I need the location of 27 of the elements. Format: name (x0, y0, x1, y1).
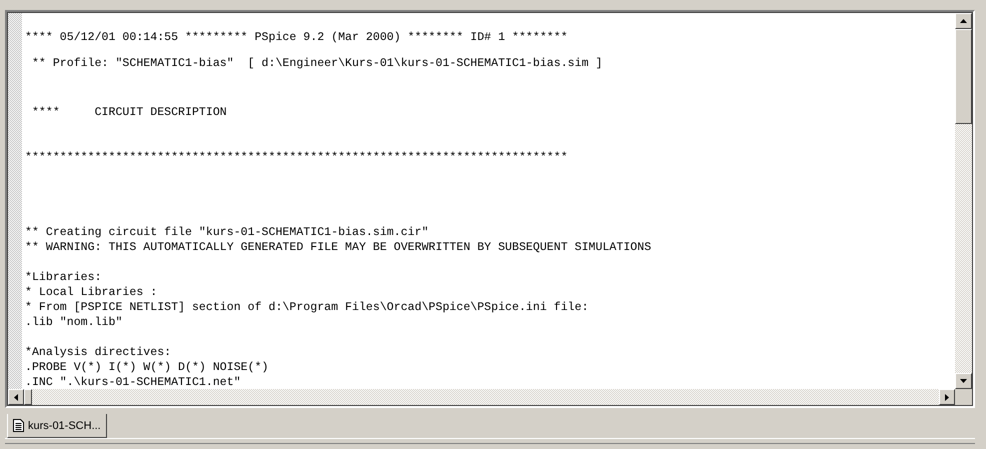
document-tab[interactable]: kurs-01-SCH... (7, 414, 107, 438)
output-line: ****************************************************************************** (25, 150, 569, 165)
right-arrow-icon (945, 394, 949, 400)
up-arrow-icon (960, 19, 967, 23)
output-line: **** CIRCUIT DESCRIPTION (30, 105, 228, 120)
output-line: **** 05/12/01 00:14:55 ********* PSpice 9.2 (Mar 2000) ******** ID# 1 ******** (25, 30, 569, 45)
output-line: ** WARNING: THIS AUTOMATICALLY GENERATED FILE MAY BE OVERWRITTEN BY SUBSEQUENT SIMULATIONS (25, 240, 652, 255)
output-line: ** Creating circuit file "kurs-01-SCHEMATIC1-bias.sim.cir" (25, 225, 430, 240)
output-line: ** Profile: "SCHEMATIC1-bias" [ d:\Engineer\Kurs-01\kurs-01-SCHEMATIC1-bias.sim ] (30, 56, 604, 71)
vertical-scrollbar[interactable] (955, 13, 972, 389)
scroll-right-button[interactable] (939, 389, 955, 405)
scroll-left-button[interactable] (8, 389, 24, 405)
scrollbar-thumb[interactable] (24, 389, 32, 405)
output-line: .INC ".\kurs-01-SCHEMATIC1.net" (25, 375, 242, 389)
down-arrow-icon (960, 379, 967, 383)
output-line: *Analysis directives: (25, 345, 172, 360)
scroll-down-button[interactable] (955, 373, 972, 389)
horizontal-scrollbar[interactable] (8, 389, 955, 405)
output-line: .lib "nom.lib" (25, 315, 124, 330)
output-line: .PROBE V(*) I(*) W(*) D(*) NOISE(*) (25, 360, 270, 375)
output-line: * Local Libraries : (25, 285, 158, 300)
output-line: *Libraries: (25, 270, 103, 285)
output-line: * From [PSPICE NETLIST] section of d:\Program Files\Orcad\PSpice\PSpice.ini file: (25, 300, 590, 315)
document-icon (13, 419, 24, 432)
scrollbar-thumb[interactable] (955, 29, 972, 124)
left-arrow-icon (14, 394, 18, 400)
scroll-up-button[interactable] (955, 13, 972, 29)
